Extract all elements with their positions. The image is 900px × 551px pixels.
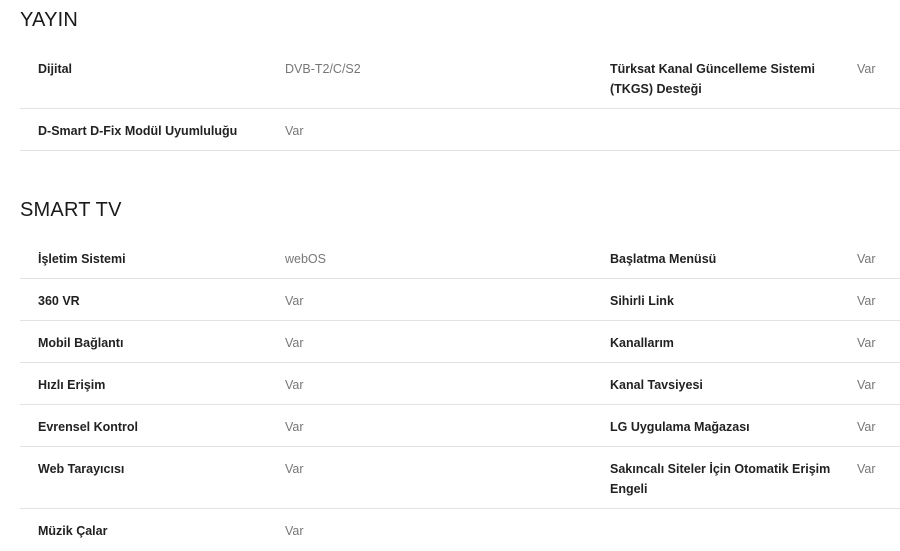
spec-row: Mobil Bağlantı Var Kanallarım Var: [20, 321, 900, 363]
spec-value: Var: [285, 336, 304, 350]
spec-label: Web Tarayıcısı: [38, 462, 125, 476]
section-title-smart-tv: SMART TV: [20, 199, 122, 221]
spec-value: Var: [285, 378, 304, 392]
spec-label: Müzik Çalar: [38, 524, 108, 538]
spec-label: Türksat Kanal Güncelleme Sistemi (TKGS) …: [610, 62, 815, 96]
spec-row: Web Tarayıcısı Var Sakıncalı Siteler İçi…: [20, 447, 900, 509]
spec-value: Var: [857, 420, 876, 434]
spec-value: Var: [285, 462, 304, 476]
spec-row: Dijital DVB-T2/C/S2 Türksat Kanal Güncel…: [20, 47, 900, 109]
spec-row: 360 VR Var Sihirli Link Var: [20, 279, 900, 321]
spec-row: Hızlı Erişim Var Kanal Tavsiyesi Var: [20, 363, 900, 405]
spec-value: Var: [857, 294, 876, 308]
spec-row: Müzik Çalar Var: [20, 509, 900, 551]
spec-label: Mobil Bağlantı: [38, 336, 124, 350]
spec-row: D-Smart D-Fix Modül Uyumluluğu Var: [20, 109, 900, 151]
spec-label: Sakıncalı Siteler İçin Otomatik Erişim E…: [610, 462, 831, 496]
spec-row: Evrensel Kontrol Var LG Uygulama Mağazas…: [20, 405, 900, 447]
spec-label: Sihirli Link: [610, 294, 674, 308]
spec-table-smart-tv: İşletim Sistemi webOS Başlatma Menüsü Va…: [20, 237, 900, 551]
spec-label: LG Uygulama Mağazası: [610, 420, 750, 434]
spec-table-yayin: Dijital DVB-T2/C/S2 Türksat Kanal Güncel…: [20, 47, 900, 151]
spec-label: Başlatma Menüsü: [610, 252, 717, 266]
spec-value: Var: [857, 62, 876, 76]
spec-label: İşletim Sistemi: [38, 252, 126, 266]
spec-value: Var: [285, 420, 304, 434]
spec-label: Evrensel Kontrol: [38, 420, 139, 434]
spec-value: Var: [285, 294, 304, 308]
spec-value: Var: [857, 336, 876, 350]
spec-value: Var: [857, 462, 876, 476]
spec-label: D-Smart D-Fix Modül Uyumluluğu: [38, 124, 238, 138]
spec-value: DVB-T2/C/S2: [285, 62, 361, 76]
spec-label: 360 VR: [38, 294, 80, 308]
spec-value: Var: [285, 124, 304, 138]
spec-row: İşletim Sistemi webOS Başlatma Menüsü Va…: [20, 237, 900, 279]
spec-value: Var: [285, 524, 304, 538]
spec-value: Var: [857, 378, 876, 392]
spec-label: Dijital: [38, 62, 73, 76]
spec-label: Kanallarım: [610, 336, 674, 350]
spec-label: Kanal Tavsiyesi: [610, 378, 703, 392]
spec-label: Hızlı Erişim: [38, 378, 106, 392]
section-title-yayin: YAYIN: [20, 9, 79, 31]
spec-value: Var: [857, 252, 876, 266]
spec-value: webOS: [285, 252, 326, 266]
